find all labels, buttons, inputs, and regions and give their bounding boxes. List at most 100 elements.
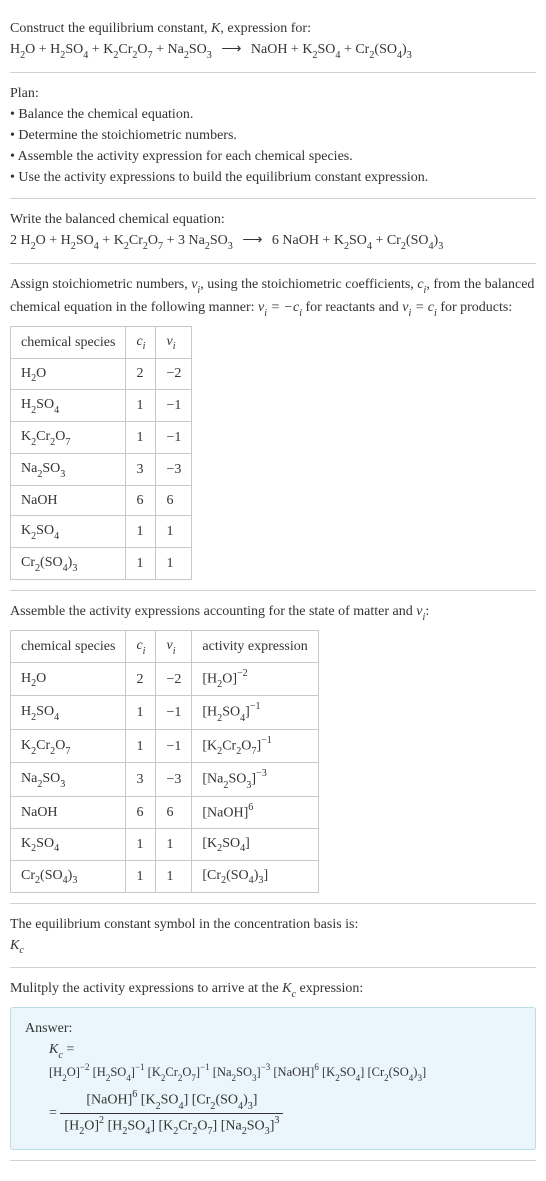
cell-species: K2SO4 [11,516,126,548]
cell-c: 2 [126,358,156,390]
cell-species: H2SO4 [11,696,126,730]
table-row: H2SO41−1 [11,390,192,422]
table-row: Cr2(SO4)311[Cr2(SO4)3] [11,860,319,892]
cell-species: K2Cr2O7 [11,422,126,454]
fraction-denominator: [H2O]2 [H2SO4] [K2Cr2O7] [Na2SO3]3 [60,1114,283,1139]
cell-species: H2SO4 [11,390,126,422]
plan-item-text: Assemble the activity expression for eac… [18,149,353,164]
col-expr: activity expression [192,630,318,662]
cell-nu: 6 [156,486,192,516]
cell-c: 3 [126,763,156,797]
eq-right: 6 NaOH + K2SO4 + Cr2(SO4)3 [272,233,443,248]
answer-line1-terms: [H2O]−2 [H2SO4]−1 [K2Cr2O7]−1 [Na2SO3]−3… [49,1062,521,1084]
cell-species: NaOH [11,797,126,829]
table-row: K2SO411[K2SO4] [11,828,319,860]
cell-species: Cr2(SO4)3 [11,860,126,892]
activity-heading-a: Assemble the activity expressions accoun… [10,604,416,619]
stoich-text-d: for reactants and [302,300,402,315]
cell-c: 3 [126,454,156,486]
cell-nu: 1 [156,828,192,860]
plan-section: Plan: • Balance the chemical equation. •… [10,73,536,199]
kc-symbol: Kc [282,981,296,996]
cell-c: 1 [126,696,156,730]
table-row: NaOH66 [11,486,192,516]
stoich-table: chemical species ci νi H2O2−2 H2SO41−1 K… [10,326,192,580]
answer-body: Kc = [H2O]−2 [H2SO4]−1 [K2Cr2O7]−1 [Na2S… [25,1039,521,1138]
stoich-text-e: for products: [437,300,512,315]
cell-species: Na2SO3 [11,454,126,486]
table-header-row: chemical species ci νi activity expressi… [11,630,319,662]
plan-item-text: Determine the stoichiometric numbers. [18,128,237,143]
intro-K: K [211,21,220,36]
plan-heading: Plan: [10,83,536,104]
cell-species: H2O [11,662,126,696]
stoich-text-b: , using the stoichiometric coefficients, [200,277,417,292]
activity-section: Assemble the activity expressions accoun… [10,591,536,904]
balanced-section: Write the balanced chemical equation: 2 … [10,199,536,264]
multiply-section: Mulitply the activity expressions to arr… [10,968,536,1160]
plan-item: • Balance the chemical equation. [10,104,536,125]
cell-nu: −1 [156,696,192,730]
col-c: ci [126,326,156,358]
cell-c: 1 [126,390,156,422]
cell-expr: [H2SO4]−1 [192,696,318,730]
nu-symbol: νi [416,604,425,619]
answer-label: Answer: [25,1018,521,1039]
plan-item: • Assemble the activity expression for e… [10,146,536,167]
fraction-numerator: [NaOH]6 [K2SO4] [Cr2(SO4)3] [60,1088,283,1114]
nu-symbol: νi [191,277,200,292]
multiply-heading: Mulitply the activity expressions to arr… [10,978,536,1001]
table-row: H2O2−2 [11,358,192,390]
arrow-icon: ⟶ [215,42,247,57]
eq-left: 2 H2O + H2SO4 + K2Cr2O7 + 3 Na2SO3 [10,233,233,248]
cell-expr: [NaOH]6 [192,797,318,829]
cell-nu: −1 [156,390,192,422]
rel2: νi = ci [402,300,437,315]
intro-text: Construct the equilibrium constant, [10,21,211,36]
col-c: ci [126,630,156,662]
cell-c: 1 [126,516,156,548]
stoich-text-a: Assign stoichiometric numbers, [10,277,191,292]
activity-heading: Assemble the activity expressions accoun… [10,601,536,624]
plan-item: • Determine the stoichiometric numbers. [10,125,536,146]
activity-heading-b: : [425,604,429,619]
table-row: H2O2−2[H2O]−2 [11,662,319,696]
cell-species: Na2SO3 [11,763,126,797]
col-nu: νi [156,326,192,358]
cell-species: K2Cr2O7 [11,729,126,763]
cell-expr: [Cr2(SO4)3] [192,860,318,892]
plan-item-text: Balance the chemical equation. [18,107,193,122]
cell-c: 1 [126,729,156,763]
c-symbol: ci [417,277,426,292]
cell-nu: −1 [156,729,192,763]
cell-c: 1 [126,860,156,892]
table-row: K2SO411 [11,516,192,548]
plan-item-text: Use the activity expressions to build th… [18,170,428,185]
table-row: Na2SO33−3[Na2SO3]−3 [11,763,319,797]
answer-line1: Kc = [49,1039,521,1062]
cell-species: NaOH [11,486,126,516]
balanced-equation: 2 H2O + H2SO4 + K2Cr2O7 + 3 Na2SO3 ⟶ 6 N… [10,230,536,253]
table-header-row: chemical species ci νi [11,326,192,358]
eq-left: H2O + H2SO4 + K2Cr2O7 + Na2SO3 [10,42,212,57]
kc-symbol: Kc [10,935,536,958]
activity-table: chemical species ci νi activity expressi… [10,630,319,893]
cell-c: 1 [126,422,156,454]
cell-nu: 1 [156,548,192,580]
table-row: H2SO41−1[H2SO4]−1 [11,696,319,730]
kc-symbol: Kc [49,1042,63,1057]
plan-item: • Use the activity expressions to build … [10,167,536,188]
cell-species: K2SO4 [11,828,126,860]
kc-symbol-text: The equilibrium constant symbol in the c… [10,914,536,935]
cell-nu: 1 [156,860,192,892]
cell-expr: [K2SO4] [192,828,318,860]
answer-box: Answer: Kc = [H2O]−2 [H2SO4]−1 [K2Cr2O7]… [10,1007,536,1149]
cell-expr: [Na2SO3]−3 [192,763,318,797]
table-row: Na2SO33−3 [11,454,192,486]
col-nu: νi [156,630,192,662]
cell-nu: −2 [156,662,192,696]
intro-section: Construct the equilibrium constant, K, e… [10,8,536,73]
cell-c: 2 [126,662,156,696]
table-row: K2Cr2O71−1[K2Cr2O7]−1 [11,729,319,763]
cell-c: 6 [126,486,156,516]
